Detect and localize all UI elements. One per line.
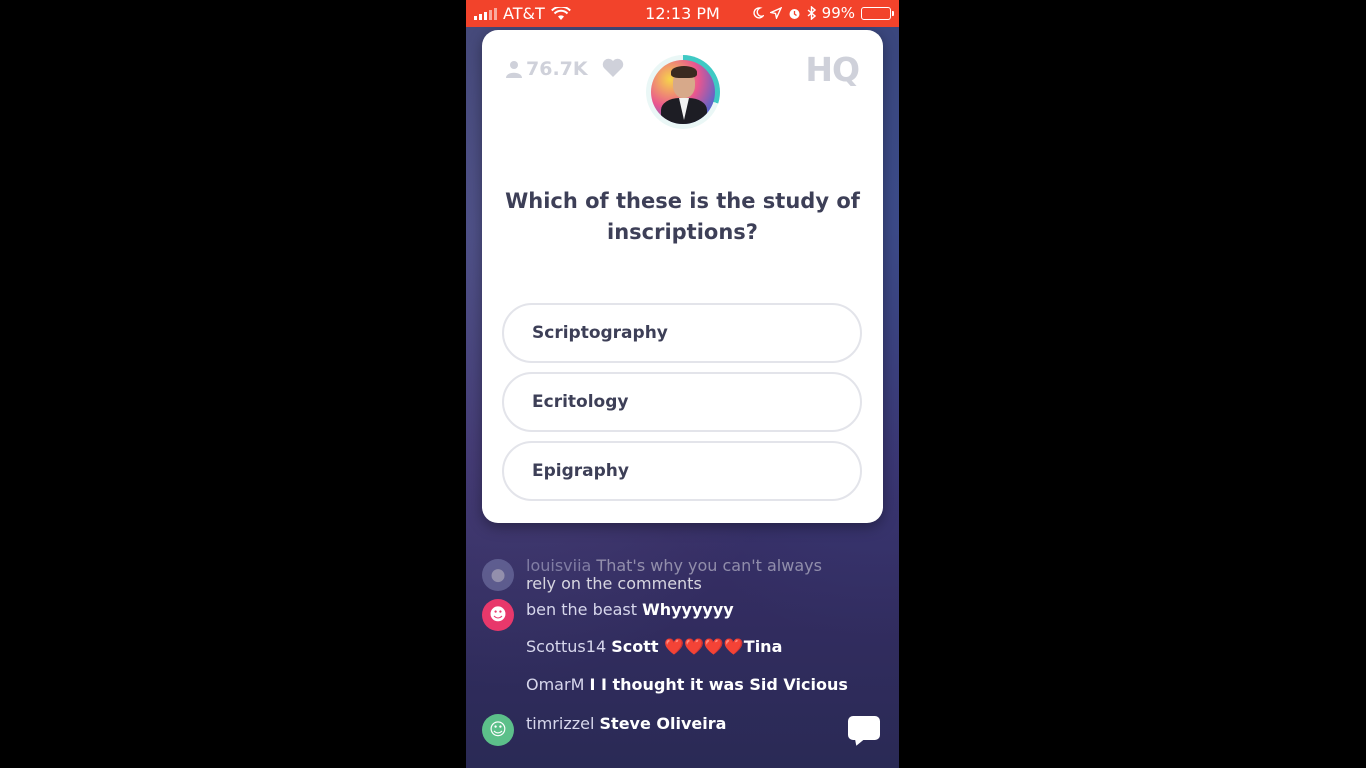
answer-label: Epigraphy (532, 461, 629, 481)
chat-message: Scottus14 Scott ❤️❤️❤️❤️Tina (526, 637, 782, 656)
chat-message: OmarM I I thought it was Sid Vicious (526, 675, 848, 694)
person-icon (506, 61, 522, 78)
chat-text: Steve Oliveira (599, 714, 727, 733)
chat-text: Scott ❤️❤️❤️❤️Tina (611, 637, 783, 656)
chat-username: Scottus14 (526, 637, 607, 656)
chat-feed: ● louisviia That's why you can't always … (466, 540, 899, 768)
battery-icon (861, 6, 894, 20)
status-right: 99% (752, 4, 894, 22)
chat-username: timrizzel (526, 714, 595, 733)
location-arrow-icon (769, 7, 782, 19)
moon-icon (753, 7, 764, 19)
host-avatar-timer (646, 55, 720, 129)
chat-text: That's why you can't always (596, 556, 822, 575)
chat-username: OmarM (526, 675, 585, 694)
question-text: Which of these is the study of inscripti… (505, 189, 860, 244)
answer-label: Ecritology (532, 392, 629, 412)
chat-text: I I thought it was Sid Vicious (589, 675, 848, 694)
status-bar: AT&T 12:13 PM 99% (466, 0, 899, 27)
hq-logo: HQ (805, 50, 860, 89)
chat-bubble-icon[interactable] (848, 716, 880, 748)
avatar: ● (482, 559, 514, 591)
chat-message: ben the beast Whyyyyyy (526, 600, 734, 619)
chat-message: timrizzel Steve Oliveira (526, 714, 726, 733)
alarm-icon (789, 8, 800, 19)
chat-text: rely on the comments (526, 574, 702, 593)
avatar: ☻ (482, 599, 514, 631)
answer-option-3[interactable]: Epigraphy (502, 441, 862, 501)
chat-username: louisviia (526, 556, 592, 575)
chat-username: ben the beast (526, 600, 637, 619)
answer-label: Scriptography (532, 323, 668, 343)
heart-icon[interactable] (602, 58, 624, 78)
question-card: 76.7K HQ Which of these is the study of … (482, 30, 883, 523)
chat-text: Whyyyyyy (642, 600, 734, 619)
battery-percent: 99% (821, 4, 855, 22)
phone-screen: AT&T 12:13 PM 99% 76.7K HQ Which of thes… (466, 0, 899, 768)
answer-option-2[interactable]: Ecritology (502, 372, 862, 432)
chat-message-continued: rely on the comments (526, 574, 702, 593)
host-avatar (651, 60, 715, 124)
chat-message: louisviia That's why you can't always (526, 556, 822, 575)
avatar: ☺ (482, 714, 514, 746)
answer-option-1[interactable]: Scriptography (502, 303, 862, 363)
bluetooth-icon (807, 6, 816, 20)
viewer-count: 76.7K (506, 58, 588, 80)
viewer-count-label: 76.7K (526, 58, 588, 80)
